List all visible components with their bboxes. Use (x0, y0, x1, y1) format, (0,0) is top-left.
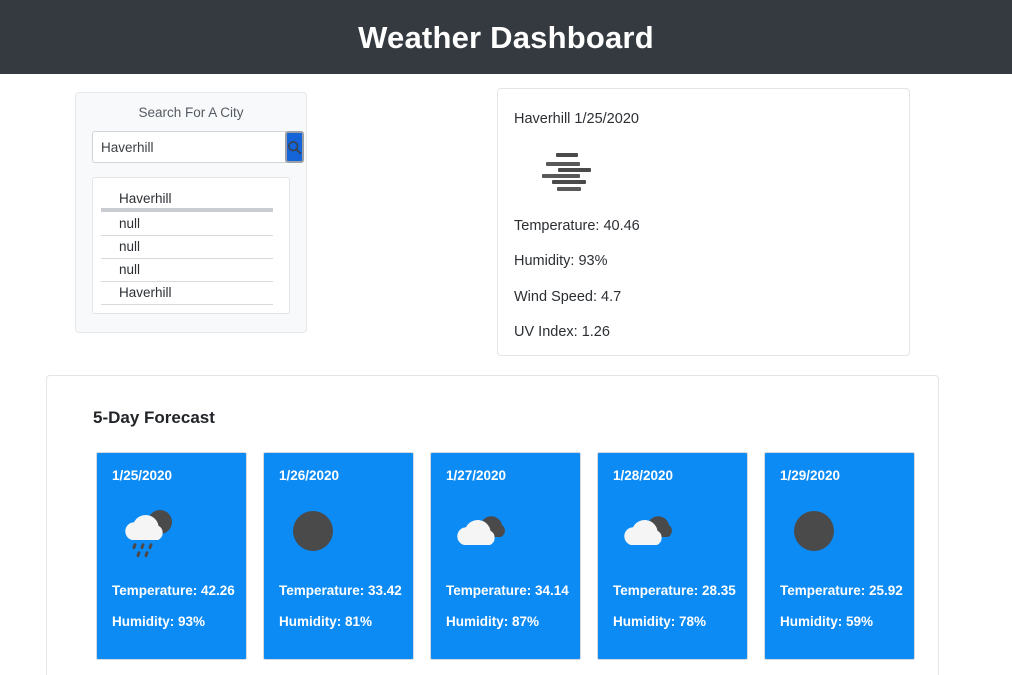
forecast-humidity: Humidity: 78% (613, 614, 707, 630)
history-item[interactable]: null (101, 259, 273, 283)
search-input[interactable] (92, 131, 286, 164)
current-uv-index: UV Index: 1.26 (514, 324, 610, 341)
broken-clouds-icon (619, 507, 683, 559)
history-item[interactable]: Haverhill (101, 282, 273, 306)
forecast-humidity: Humidity: 59% (780, 614, 874, 630)
current-wind-speed: Wind Speed: 4.7 (514, 288, 622, 305)
clear-circle-icon (786, 507, 850, 559)
page-title: Weather Dashboard (358, 19, 654, 55)
rain-with-sun-icon (118, 507, 182, 559)
forecast-card: 1/29/2020 Temperature: 25.92 Humidity: 5… (764, 452, 915, 661)
forecast-card-row: 1/25/2020 Temperature: 42.26 Humidity: 9… (96, 452, 938, 661)
app-header: Weather Dashboard (0, 0, 1012, 74)
mist-icon (536, 151, 600, 195)
history-item[interactable]: null (101, 236, 273, 260)
search-button[interactable] (285, 131, 304, 164)
search-panel-title: Search For A City (138, 105, 244, 120)
forecast-date: 1/27/2020 (446, 468, 507, 484)
history-item[interactable]: Haverhill (101, 188, 273, 213)
history-item[interactable]: null (101, 213, 273, 237)
forecast-date: 1/25/2020 (112, 468, 173, 484)
forecast-card: 1/25/2020 Temperature: 42.26 Humidity: 9… (96, 452, 247, 661)
broken-clouds-icon (452, 507, 516, 559)
forecast-temperature: Temperature: 28.35 (613, 583, 736, 599)
clear-circle-icon (285, 507, 349, 559)
forecast-panel: 5-Day Forecast 1/25/2020 Temperature: 42… (46, 375, 939, 675)
search-icon (287, 140, 302, 155)
forecast-date: 1/26/2020 (279, 468, 340, 484)
current-humidity: Humidity: 93% (514, 253, 608, 270)
forecast-temperature: Temperature: 34.14 (446, 583, 569, 599)
forecast-card: 1/27/2020 Temperature: 34.14 Humidity: 8… (430, 452, 581, 661)
forecast-temperature: Temperature: 33.42 (279, 583, 402, 599)
forecast-temperature: Temperature: 25.92 (780, 583, 903, 599)
search-history-list: Haverhill null null null Haverhill (92, 177, 290, 315)
forecast-title: 5-Day Forecast (93, 408, 215, 427)
forecast-humidity: Humidity: 87% (446, 614, 540, 630)
search-row (92, 131, 304, 164)
forecast-card: 1/28/2020 Temperature: 28.35 Humidity: 7… (597, 452, 748, 661)
current-weather-stats: Temperature: 40.46 Humidity: 93% Wind Sp… (514, 219, 893, 340)
page-body: Search For A City Haverhill null null nu… (0, 74, 1012, 675)
current-temperature: Temperature: 40.46 (514, 217, 640, 234)
forecast-humidity: Humidity: 93% (112, 614, 206, 630)
forecast-humidity: Humidity: 81% (279, 614, 373, 630)
current-weather-card: Haverhill 1/25/2020 Temperature: 40.46 H… (497, 88, 910, 356)
search-panel: Search For A City Haverhill null null nu… (75, 92, 307, 334)
current-weather-heading: Haverhill 1/25/2020 (514, 111, 639, 127)
forecast-date: 1/28/2020 (613, 468, 674, 484)
forecast-temperature: Temperature: 42.26 (112, 583, 235, 599)
forecast-date: 1/29/2020 (780, 468, 841, 484)
forecast-card: 1/26/2020 Temperature: 33.42 Humidity: 8… (263, 452, 414, 661)
